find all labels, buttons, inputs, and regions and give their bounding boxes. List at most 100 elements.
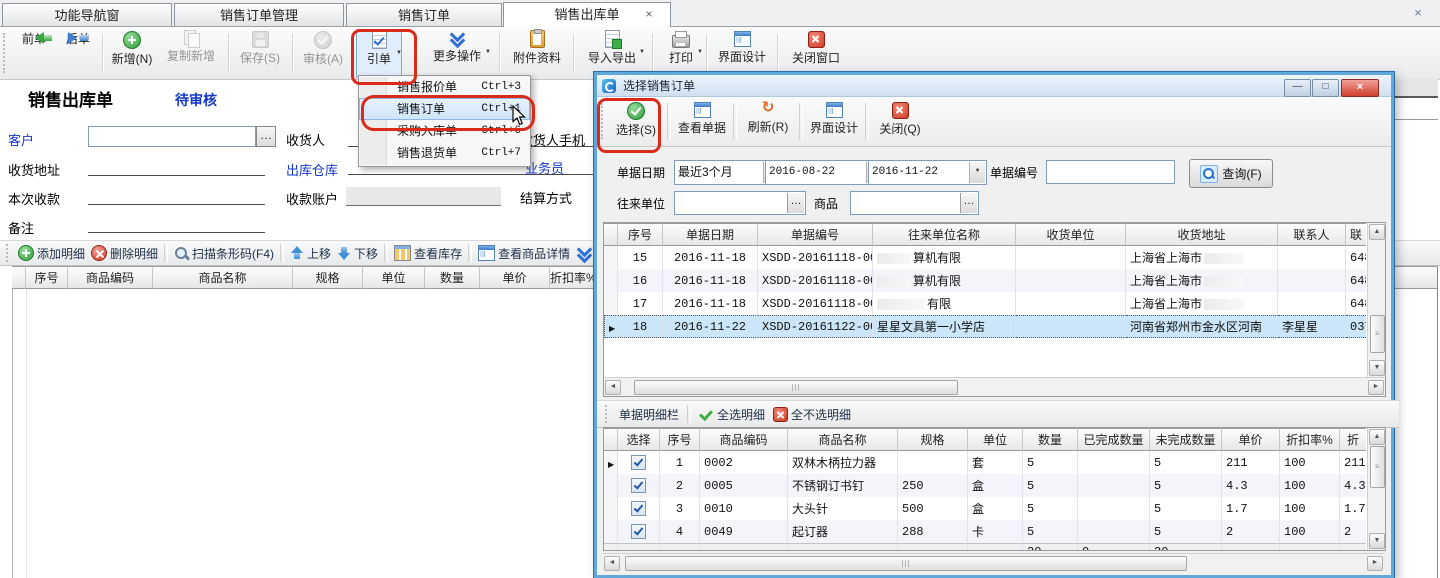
tab-nav-window[interactable]: 功能导航窗 [2,3,172,26]
col-qty[interactable]: 数量 [1023,428,1078,451]
col-price[interactable]: 单价 [480,266,550,289]
doc-no-input[interactable] [1046,160,1175,184]
scan-barcode-button[interactable]: 扫描条形码(F4) [174,245,274,262]
col-date[interactable]: 单据日期 [663,223,758,246]
col-name[interactable]: 商品名称 [788,428,898,451]
checkbox-checked[interactable] [631,524,646,539]
menu-item-sales-return[interactable]: 销售退货单Ctrl+7 [359,142,530,164]
scroll-thumb[interactable]: ||| [634,380,958,395]
chevron-down-icon[interactable]: ▼ [969,162,985,183]
master-row[interactable]: 17 2016-11-18 XSDD-20161118-0027 有限 上海省上… [604,292,1366,315]
detail-row[interactable]: 3 0010 大头针 500 盒 5 5 1.7 100 1.7 [604,497,1366,520]
scroll-left-icon[interactable]: ◄ [605,380,621,395]
col-check[interactable]: 选择 [618,428,660,451]
payment-input[interactable] [88,187,265,205]
tab-close-icon[interactable]: × [642,7,656,21]
scroll-left-icon[interactable]: ◄ [604,556,620,571]
close-window-button[interactable]: 关闭窗口 [784,29,848,78]
view-product-detail-button[interactable]: 查看商品详情 [478,245,570,262]
main-grid-body[interactable] [12,289,595,578]
query-button[interactable]: 查询(F) [1189,159,1273,188]
more-actions-button[interactable]: 更多操作▼ [424,29,490,78]
master-hscrollbar[interactable]: ◄ ||| ► [604,377,1385,396]
chevron-down-icon[interactable]: ▼ [396,50,402,56]
col-partner[interactable]: 往来单位名称 [873,223,1016,246]
master-row-selected[interactable]: ▶ 18 2016-11-22 XSDD-20161122-0028 星星文具第… [604,315,1366,338]
col-unit[interactable]: 单位 [363,266,425,289]
select-all-details-button[interactable]: 全选明细 [699,406,765,423]
detail-row[interactable]: ▶ 1 0002 双林木柄拉力器 套 5 5 211 100 211 [604,451,1366,474]
master-row[interactable]: 15 2016-11-18 XSDD-20161118-0025 算机有限 上海… [604,246,1366,269]
col-code[interactable]: 商品编码 [68,266,153,289]
dialog-close-button[interactable]: × [1341,79,1379,97]
dialog-titlebar[interactable]: 选择销售订单 — □ × [597,75,1391,97]
account-input[interactable] [346,187,501,206]
restore-button[interactable]: □ [1312,79,1339,97]
customer-lookup-button[interactable]: … [256,126,276,147]
pull-order-button[interactable]: 引单▼ [356,29,402,78]
col-qty[interactable]: 数量 [425,266,480,289]
tabstrip-close-icon[interactable]: × [1410,5,1426,21]
detail-vscrollbar[interactable]: ▲ ≡ ▼ [1367,428,1385,550]
select-none-details-button[interactable]: 全不选明细 [773,406,851,423]
dialog-close-toolbar-button[interactable]: 关闭(Q) [871,97,929,146]
checkbox-checked[interactable] [631,455,646,470]
print-button[interactable]: 打印▼ [660,29,702,78]
ui-design-button[interactable]: 界面设计 [712,29,772,78]
tab-sales-order-mgmt[interactable]: 销售订单管理 [174,3,344,26]
tab-sales-order[interactable]: 销售订单 [346,3,502,26]
audit-button[interactable]: 审核(A) [296,29,350,78]
col-spec[interactable]: 规格 [898,428,968,451]
next-doc-button[interactable]: 后单 [58,29,98,78]
ellipsis-icon[interactable]: … [960,193,977,213]
scroll-thumb[interactable]: ≡ [1370,315,1385,353]
product-input[interactable]: … [850,191,979,215]
col-spec[interactable]: 规格 [293,266,363,289]
col-unit[interactable]: 单位 [968,428,1023,451]
chevron-down-icon[interactable]: ▼ [697,49,703,55]
chevron-down-icon[interactable]: ▼ [485,49,491,55]
tab-sales-outbound[interactable]: 销售出库单 × [503,2,671,27]
move-up-button[interactable]: 上移 [290,245,331,262]
copy-add-button[interactable]: 复制新增 [160,29,222,78]
scroll-right-icon[interactable]: ► [1367,556,1383,571]
col-contact[interactable]: 联系人 [1278,223,1346,246]
dialog-ui-design-button[interactable]: 界面设计 [805,97,863,146]
move-down-button[interactable]: 下移 [337,245,378,262]
col-name[interactable]: 商品名称 [153,266,293,289]
detail-row[interactable]: 4 0049 起订器 288 卡 5 5 2 100 2 [604,520,1366,543]
col-phone[interactable]: 联 [1346,223,1366,246]
save-button[interactable]: 保存(S) [233,29,287,78]
partner-input[interactable]: … [674,191,806,215]
col-seq[interactable]: 序号 [26,266,68,289]
col-seq[interactable]: 序号 [618,223,663,246]
dialog-hscrollbar[interactable]: ◄ ||| ► [603,553,1384,572]
attachments-button[interactable]: 附件资料 [507,29,567,78]
scroll-up-icon[interactable]: ▲ [1369,429,1385,445]
date-from-select[interactable]: 2016-08-22▼ [765,160,884,185]
customer-input[interactable] [88,126,256,147]
minimize-button[interactable]: — [1284,79,1311,97]
col-receiver[interactable]: 收货单位 [1016,223,1126,246]
scroll-down-icon[interactable]: ▼ [1369,533,1385,549]
double-chevron-icon[interactable] [576,246,592,261]
master-row[interactable]: 16 2016-11-18 XSDD-20161118-0026 算机有限 上海… [604,269,1366,292]
col-address[interactable]: 收货地址 [1126,223,1278,246]
menu-item-purchase-inbound[interactable]: 采购入库单Ctrl+6 [359,120,530,142]
scroll-right-icon[interactable]: ► [1368,380,1384,395]
delete-detail-button[interactable]: 删除明细 [91,245,158,262]
import-export-button[interactable]: 导入导出▼ [580,29,644,78]
col-code[interactable]: 商品编码 [700,428,788,451]
checkbox-checked[interactable] [631,501,646,516]
master-vscrollbar[interactable]: ▲ ≡ ▼ [1367,223,1385,377]
date-to-select[interactable]: 2016-11-22▼ [868,160,987,185]
scroll-thumb[interactable]: ≡ [1370,446,1385,488]
select-button[interactable]: 选择(S) [607,97,665,146]
checkbox-checked[interactable] [631,478,646,493]
col-doc-no[interactable]: 单据编号 [758,223,873,246]
col-seq[interactable]: 序号 [660,428,700,451]
col-discount[interactable]: 折扣率% [1280,428,1340,451]
scroll-thumb[interactable]: ||| [625,556,1187,571]
address-input[interactable] [88,158,265,176]
scroll-down-icon[interactable]: ▼ [1369,360,1385,376]
